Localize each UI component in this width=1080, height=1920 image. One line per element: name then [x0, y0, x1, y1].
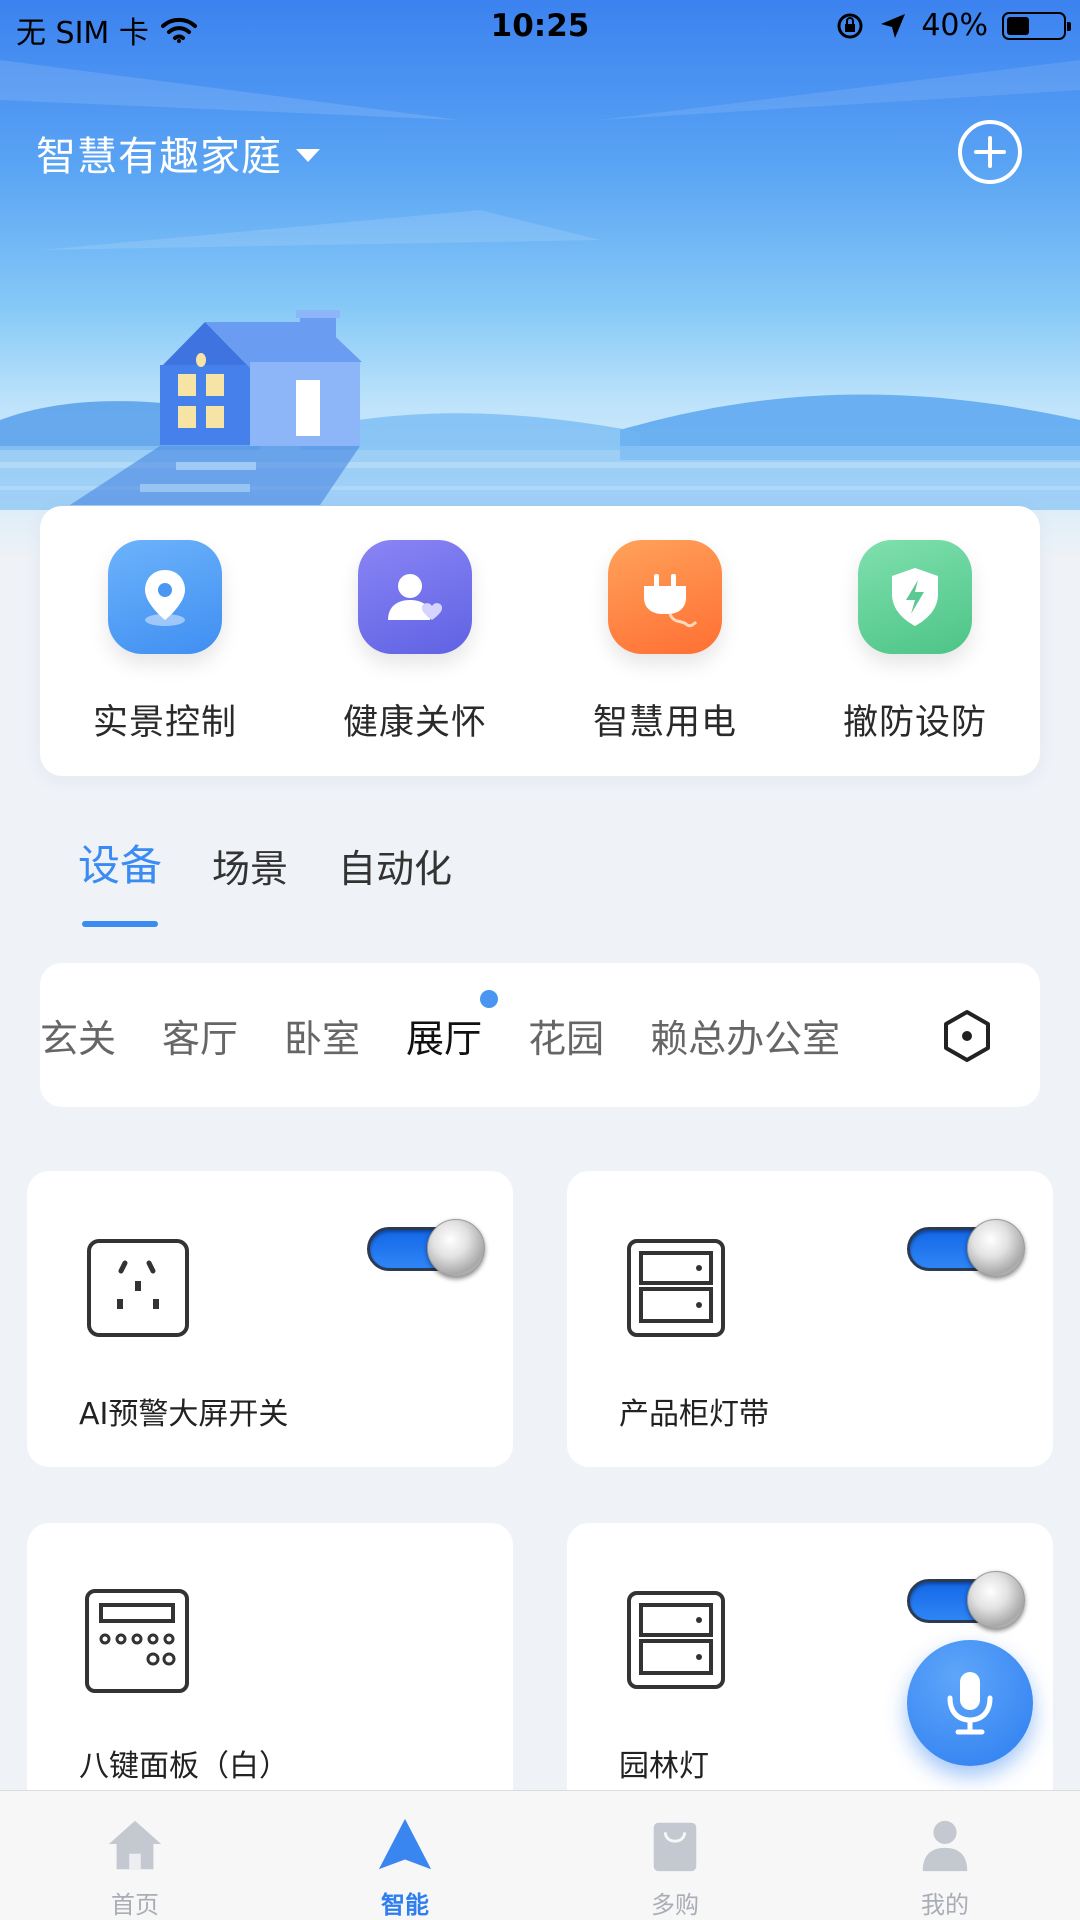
room-tab-bedroom[interactable]: 卧室: [284, 1008, 360, 1063]
device-card[interactable]: 八键面板（白）: [27, 1523, 513, 1819]
nav-label: 首页: [111, 1891, 159, 1919]
power-toggle[interactable]: [907, 1571, 1025, 1629]
voice-assistant-button[interactable]: [907, 1640, 1033, 1766]
battery-icon: [1002, 11, 1071, 40]
device-name: 八键面板（白）: [79, 1749, 289, 1784]
home-selector[interactable]: 智慧有趣家庭: [36, 124, 320, 182]
quick-action-label: 实景控制: [92, 703, 237, 743]
quick-action-health-care[interactable]: 健康关怀: [290, 506, 540, 776]
location-pin-icon: [108, 540, 222, 654]
home-name: 智慧有趣家庭: [36, 134, 282, 180]
nav-shop[interactable]: 多购: [540, 1791, 810, 1920]
socket-icon: [87, 1239, 189, 1337]
nav-profile[interactable]: 我的: [810, 1791, 1080, 1920]
category-tabs: 设备 场景 自动化: [78, 832, 452, 927]
light-strip-icon: [627, 1239, 725, 1337]
quick-action-scene-control[interactable]: 实景控制: [40, 506, 290, 776]
caret-down-icon: [296, 148, 320, 162]
hero-banner: 无 SIM 卡 10:25 40% 智慧有趣家庭: [0, 0, 1080, 560]
quick-actions-panel: 实景控制 健康关怀 智慧用电 撤防设防: [40, 506, 1040, 776]
navigation-arrow-icon: [378, 1818, 432, 1870]
room-tab-showroom[interactable]: 展厅: [406, 989, 499, 1063]
microphone-icon: [947, 1672, 993, 1735]
device-name: AI预警大屏开关: [79, 1397, 289, 1432]
nav-label: 我的: [921, 1891, 969, 1919]
person-heart-icon: [358, 540, 472, 654]
device-card[interactable]: 产品柜灯带: [567, 1171, 1053, 1467]
active-indicator-dot: [480, 989, 499, 1008]
shield-bolt-icon: [858, 540, 972, 654]
device-card[interactable]: AI预警大屏开关: [27, 1171, 513, 1467]
room-tab-garden[interactable]: 花园: [528, 1008, 604, 1063]
room-tab-boss-office[interactable]: 赖总办公室: [650, 1008, 840, 1063]
device-name: 园林灯: [619, 1749, 709, 1784]
tab-scenes[interactable]: 场景: [212, 838, 288, 911]
status-bar: 无 SIM 卡 10:25 40%: [0, 0, 1080, 56]
shopping-bag-icon: [653, 1822, 697, 1872]
device-name: 产品柜灯带: [619, 1397, 769, 1432]
house-illustration: [0, 60, 1080, 510]
location-arrow-icon: [881, 13, 906, 38]
quick-action-arm-disarm[interactable]: 撤防设防: [790, 506, 1040, 776]
home-icon: [108, 1820, 162, 1870]
tab-devices[interactable]: 设备: [78, 832, 162, 927]
power-toggle[interactable]: [367, 1219, 485, 1277]
light-strip-icon: [627, 1591, 725, 1689]
quick-action-smart-power[interactable]: 智慧用电: [540, 506, 790, 776]
bottom-navigation: 首页 智能 多购 我的: [0, 1790, 1080, 1920]
battery-percent: 40%: [921, 8, 988, 43]
power-toggle[interactable]: [907, 1219, 1025, 1277]
nav-home[interactable]: 首页: [0, 1791, 270, 1920]
nav-smart[interactable]: 智能: [270, 1791, 540, 1920]
room-tab-living-room[interactable]: 客厅: [162, 1008, 238, 1063]
tab-automation[interactable]: 自动化: [338, 838, 452, 911]
quick-action-label: 智慧用电: [592, 703, 737, 743]
plug-icon: [608, 540, 722, 654]
room-tab-entrance[interactable]: 玄关: [40, 1008, 116, 1063]
room-label: 展厅: [406, 1016, 483, 1061]
user-icon: [922, 1820, 968, 1872]
room-filter-strip: 玄关 客厅 卧室 展厅 花园 赖总办公室: [40, 963, 1040, 1107]
plus-circle-icon[interactable]: [958, 120, 1022, 184]
quick-action-label: 撤防设防: [842, 703, 987, 743]
room-settings-icon[interactable]: [940, 1009, 994, 1063]
quick-action-label: 健康关怀: [342, 703, 487, 743]
nav-label: 多购: [651, 1891, 699, 1919]
nav-label: 智能: [381, 1891, 429, 1919]
keypad-panel-icon: [85, 1589, 189, 1693]
orientation-lock-icon: [837, 13, 863, 38]
